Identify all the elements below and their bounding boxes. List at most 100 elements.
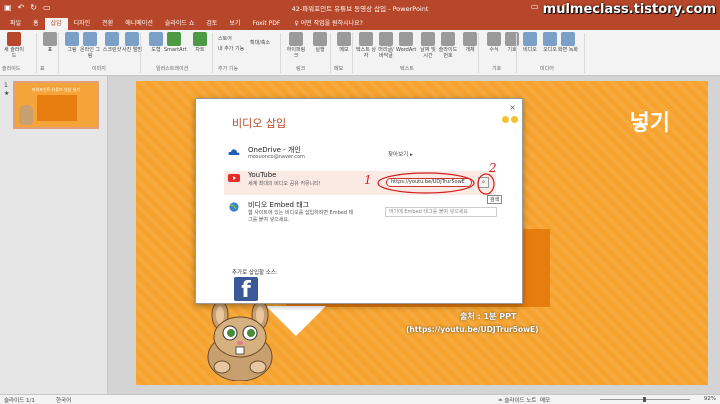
- ribbon-icon: [105, 32, 119, 46]
- ribbon-small-button-0[interactable]: 스토어: [218, 36, 232, 42]
- smiley-icon[interactable]: [502, 116, 509, 123]
- ribbon-button-0[interactable]: 새 슬라이드: [4, 32, 24, 59]
- ribbon-separator: [330, 33, 331, 73]
- ribbon-button-22[interactable]: 화면 녹화: [558, 32, 578, 53]
- ribbon-button-label: 도형: [151, 47, 161, 53]
- ribbon-button-label: 개체: [465, 47, 475, 53]
- tab-8[interactable]: 보기: [223, 18, 246, 30]
- embed-desc-line2: 그를 붙여 넣으세요.: [248, 217, 290, 223]
- tab-5[interactable]: 애니메이션: [119, 18, 159, 30]
- frown-icon[interactable]: [511, 116, 518, 123]
- ribbon-button-6[interactable]: 도형: [146, 32, 166, 53]
- ribbon-group-label: 메모: [334, 66, 344, 72]
- ribbon-group-label: 슬라이드: [2, 66, 21, 72]
- tab-1[interactable]: 홈: [27, 18, 45, 30]
- zoom-slider[interactable]: [600, 397, 690, 402]
- ribbon-button-label: 그림: [67, 47, 77, 53]
- ribbon-button-2[interactable]: 그림: [62, 32, 82, 53]
- thumbnail-bunny-image: [19, 105, 33, 125]
- source-label[interactable]: 출처 : 1분 PPT: [460, 311, 516, 322]
- slide-count: 슬라이드 1/1: [4, 398, 35, 404]
- ribbon-separator: [516, 33, 517, 73]
- insert-video-dialog: × 비디오 삽입 OneDrive - 개인 mosuonco@naver.co…: [195, 98, 523, 304]
- ribbon-button-12[interactable]: 텍스트 상자: [356, 32, 376, 59]
- ribbon-icon: [43, 32, 57, 46]
- tab-9[interactable]: Foxit PDF: [246, 18, 286, 30]
- ribbon-button-19[interactable]: 기호: [502, 32, 522, 53]
- close-icon[interactable]: ×: [509, 103, 516, 112]
- tab-7[interactable]: 검토: [200, 18, 223, 30]
- thumbnail-title: 파워포인트 유튜브 영상 넣기: [32, 87, 80, 92]
- tab-0[interactable]: 파일: [4, 18, 27, 30]
- ribbon-icon: [313, 32, 327, 46]
- annotation-ellipse: [377, 172, 475, 194]
- ribbon-button-8[interactable]: 차트: [190, 32, 210, 53]
- ribbon-button-18[interactable]: 수식: [484, 32, 504, 53]
- ribbon-button-13[interactable]: 머리글/바닥글: [376, 32, 396, 59]
- ribbon-separator: [212, 33, 213, 73]
- youtube-icon: [228, 174, 240, 182]
- ribbon-display-icon[interactable]: ▭: [531, 2, 539, 11]
- animation-star-icon: ★: [4, 90, 10, 97]
- feedback-smileys[interactable]: [502, 116, 518, 123]
- slide-thumbnail[interactable]: 파워포인트 유튜브 영상 넣기: [13, 81, 99, 129]
- ribbon-button-label: 화면 녹화: [558, 47, 578, 53]
- ribbon-button-21[interactable]: 오디오: [540, 32, 560, 53]
- ribbon-separator: [58, 33, 59, 73]
- bunny-image[interactable]: [198, 301, 282, 381]
- ribbon-separator: [140, 33, 141, 73]
- embed-tag-input[interactable]: 여기에 Embed 태그를 붙여 넣으세요: [385, 207, 497, 217]
- ribbon-button-1[interactable]: 표: [40, 32, 60, 53]
- ribbon-button-16[interactable]: 슬라이드 번호: [438, 32, 458, 59]
- ribbon-icon: [359, 32, 373, 46]
- ribbon-button-label: 머리글/바닥글: [378, 47, 394, 59]
- source-url[interactable]: (https://youtu.be/UDJTrur5owE): [406, 325, 539, 334]
- tab-4[interactable]: 전환: [96, 18, 119, 30]
- ribbon-button-label: 온라인 그림: [80, 47, 100, 59]
- ribbon-button-17[interactable]: 개체: [460, 32, 480, 53]
- language[interactable]: 한국어: [56, 396, 71, 404]
- ribbon-icon: [337, 32, 351, 46]
- ribbon-group-label: 미디어: [540, 66, 554, 72]
- ribbon-button-label: 표: [47, 47, 53, 53]
- annotation-1: 1: [364, 173, 372, 187]
- ribbon-button-5[interactable]: 사진 앨범: [122, 32, 142, 53]
- ribbon-button-4[interactable]: 스크린샷: [102, 32, 122, 53]
- ribbon-button-15[interactable]: 날짜 및 시간: [418, 32, 438, 59]
- facebook-icon[interactable]: f: [234, 277, 258, 303]
- ribbon-separator: [280, 33, 281, 73]
- ribbon-button-11[interactable]: 메모: [334, 32, 354, 53]
- tab-3[interactable]: 디자인: [68, 18, 97, 30]
- tab-2[interactable]: 삽입: [44, 18, 68, 30]
- tell-me-search[interactable]: ♀ 어떤 작업을 원하시나요?: [294, 18, 363, 30]
- youtube-desc: 세계 최대의 비디오 공유 커뮤니티!: [248, 181, 321, 187]
- ribbon-button-label: SmartArt: [164, 47, 187, 53]
- ribbon-button-9[interactable]: 하이퍼링크: [286, 32, 306, 59]
- ribbon-tabs: 파일 홈 삽입 디자인 전환 애니메이션 슬라이드 쇼 검토 보기 Foxit PDF ♀ 어떤 작…: [0, 16, 720, 30]
- ribbon-button-20[interactable]: 비디오: [520, 32, 540, 53]
- tab-6[interactable]: 슬라이드 쇼: [159, 18, 201, 30]
- ribbon-button-7[interactable]: SmartArt: [164, 32, 187, 53]
- ribbon-icon: [399, 32, 413, 46]
- browse-link[interactable]: 찾아보기 ▸: [388, 150, 413, 158]
- ribbon-button-label: 날짜 및 시간: [420, 47, 436, 59]
- ribbon-icon: [487, 32, 501, 46]
- embed-row[interactable]: 비디오 Embed 태그 웹 사이트에 있는 비디오를 삽입하려면 Embed …: [224, 200, 497, 232]
- ribbon-small-button-2[interactable]: 확대/축소: [250, 40, 270, 46]
- ribbon-group-label: 추가 기능: [218, 66, 238, 72]
- notes-button[interactable]: ≐ 슬라이드 노트: [498, 396, 536, 404]
- onedrive-row[interactable]: OneDrive - 개인 mosuonco@naver.com 찾아보기 ▸: [224, 145, 496, 167]
- zoom-level[interactable]: 92%: [704, 396, 716, 402]
- ribbon-button-10[interactable]: 실행: [310, 32, 330, 53]
- search-tooltip: 검색: [487, 195, 503, 204]
- ribbon-button-14[interactable]: WordArt: [396, 32, 416, 53]
- ribbon-button-3[interactable]: 온라인 그림: [80, 32, 100, 59]
- onedrive-cloud-icon: [228, 149, 240, 155]
- watermark-text: mulmeclass.tistory.com: [542, 2, 716, 17]
- ribbon-small-button-1[interactable]: 내 추가 기능: [218, 46, 244, 52]
- zoom-slider-knob[interactable]: [643, 397, 646, 402]
- comments-button[interactable]: 메모: [540, 396, 550, 404]
- ribbon-button-label: 오디오: [543, 47, 557, 53]
- ribbon-button-label: 슬라이드 번호: [438, 47, 458, 59]
- slide-title[interactable]: 넣기: [630, 105, 670, 137]
